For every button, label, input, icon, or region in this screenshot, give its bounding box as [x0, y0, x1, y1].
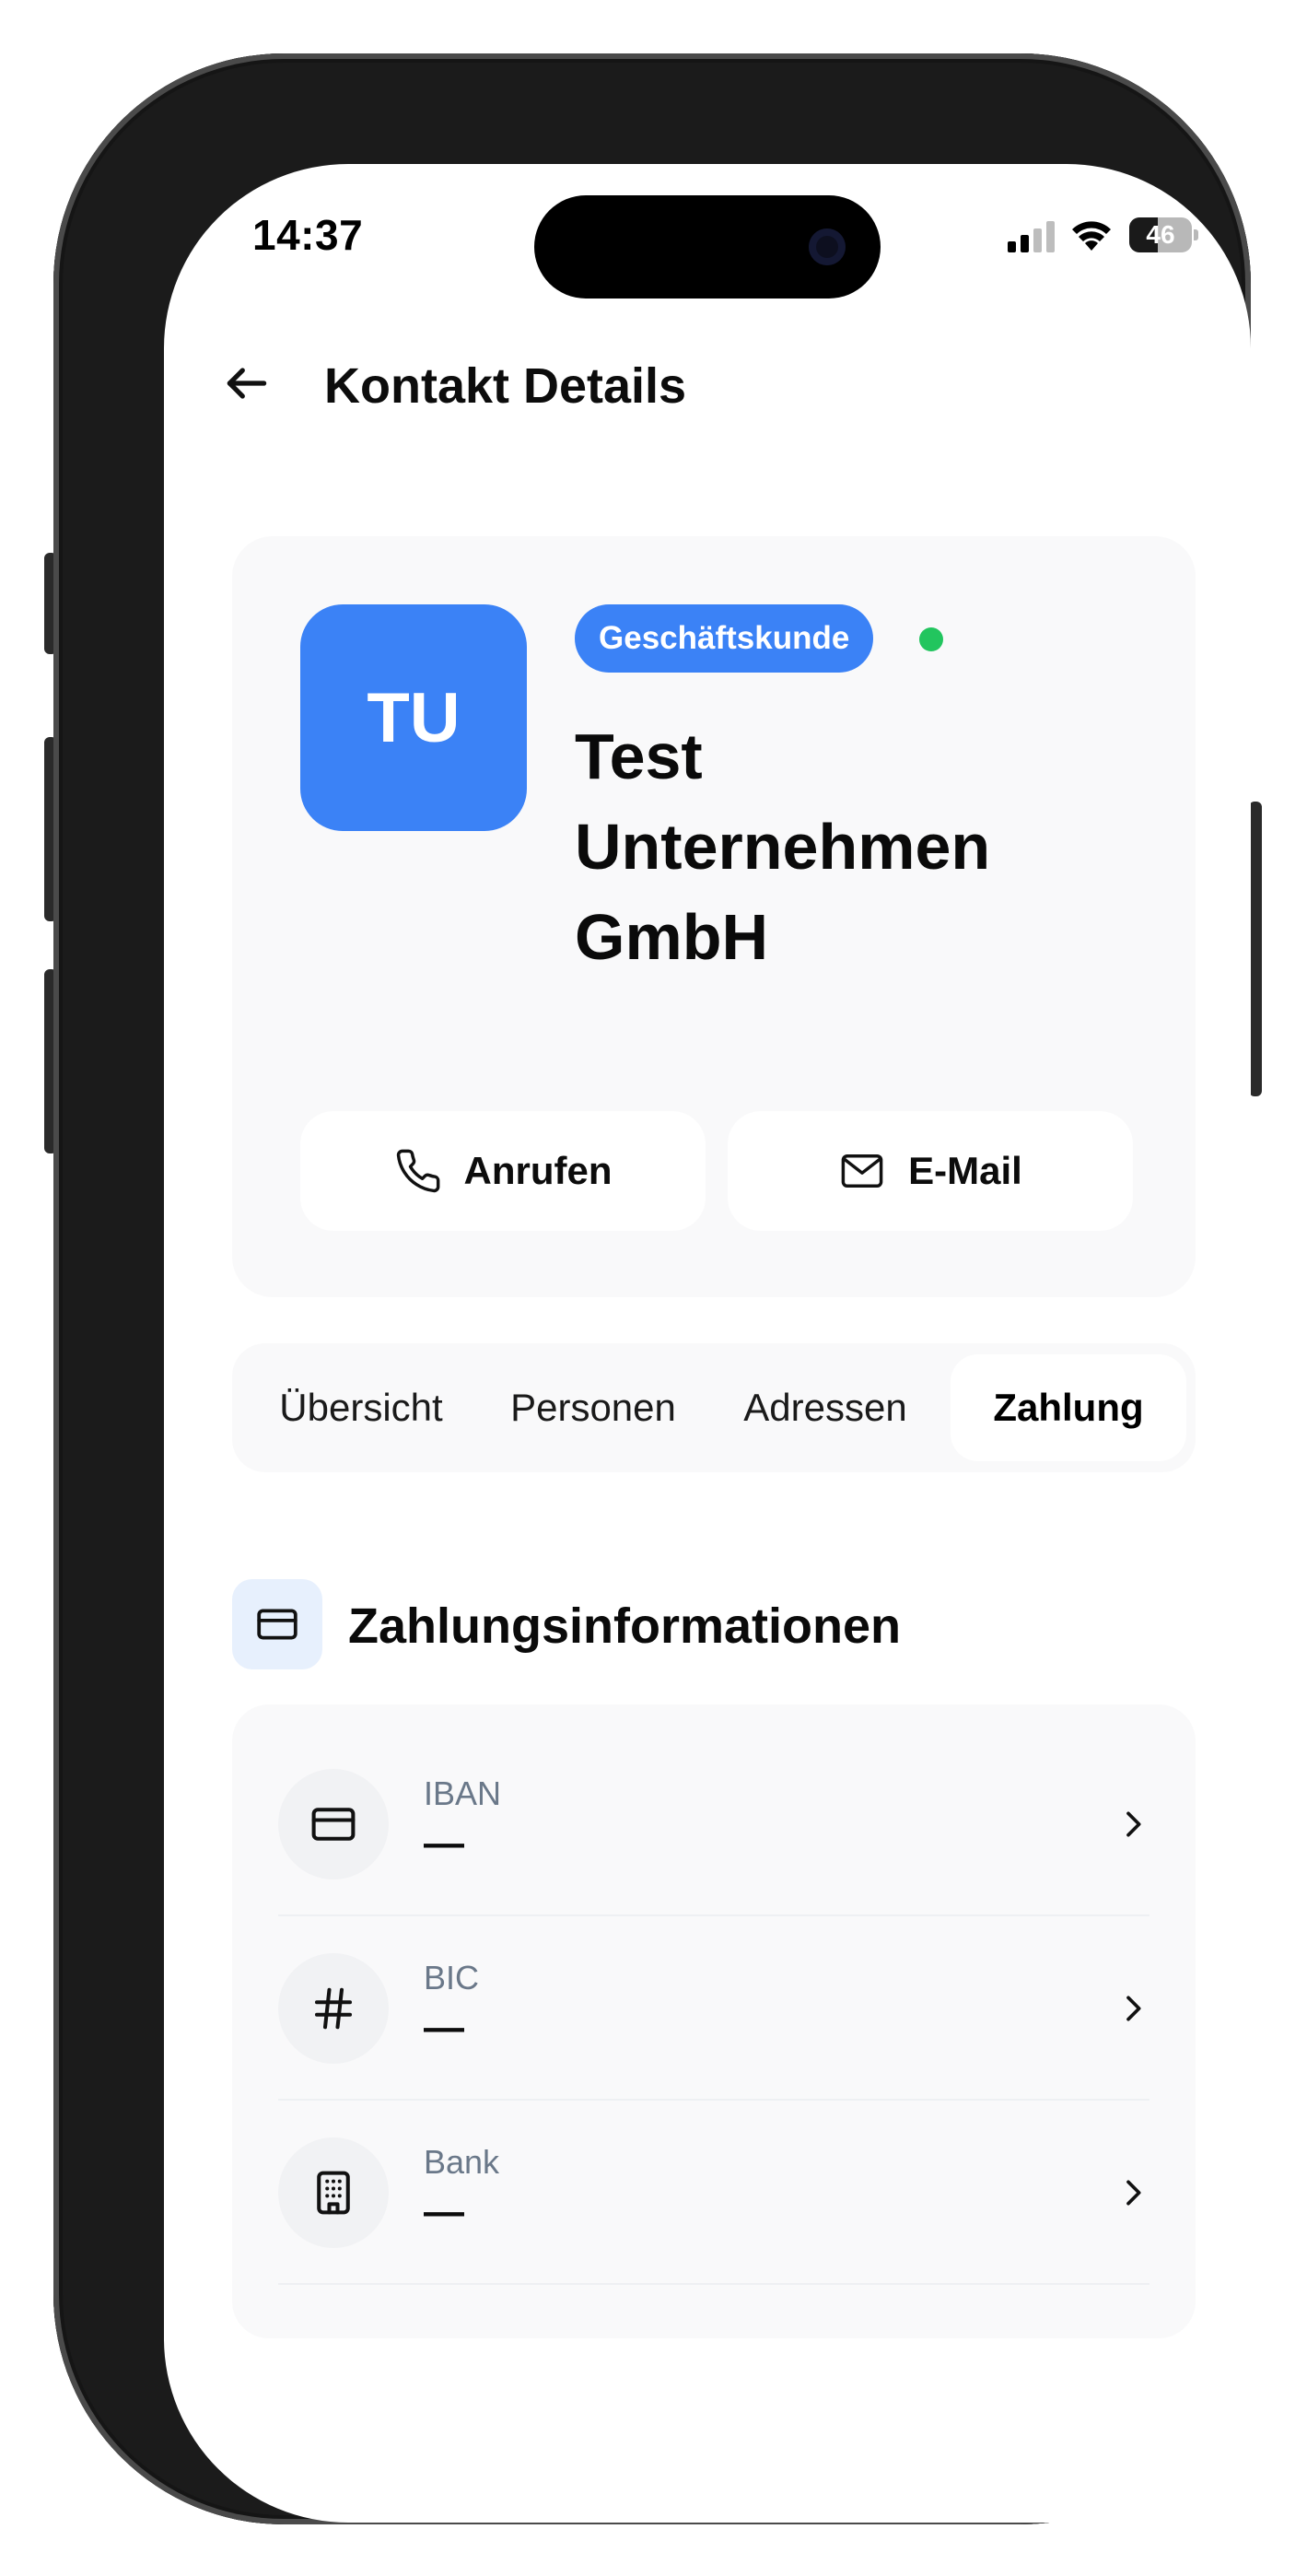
battery-body: 46	[1129, 217, 1192, 252]
email-button[interactable]: E-Mail	[728, 1111, 1133, 1231]
power-button	[1249, 802, 1262, 1096]
customer-type-badge: Geschäftskunde	[575, 604, 874, 673]
tab-bar: Übersicht Personen Adressen Zahlung	[232, 1343, 1196, 1472]
row-value: —	[424, 1821, 464, 1866]
chevron-right-icon	[1105, 2165, 1161, 2220]
hash-icon	[314, 1987, 353, 2030]
phone-body: 14:37 46 Kontakt Details TU Geschäftskun…	[53, 53, 1251, 2524]
chevron-right-icon	[1105, 1981, 1161, 2036]
row-icon	[278, 1953, 389, 2064]
list-item-iban[interactable]: IBAN —	[232, 1732, 1196, 1916]
row-label: IBAN	[424, 1774, 502, 1812]
credit-card-icon	[257, 1609, 298, 1640]
page-title: Kontakt Details	[324, 358, 687, 414]
status-time: 14:37	[252, 211, 364, 259]
battery-level: 46	[1146, 220, 1175, 249]
divider	[278, 2283, 1149, 2285]
dynamic-island	[534, 195, 881, 299]
tab-payment[interactable]: Zahlung	[951, 1354, 1186, 1461]
status-dot	[919, 627, 943, 651]
call-button[interactable]: Anrufen	[300, 1111, 706, 1231]
cellular-signal-icon	[1008, 221, 1055, 252]
tab-overview[interactable]: Übersicht	[260, 1354, 462, 1461]
screen: 14:37 46 Kontakt Details TU Geschäftskun…	[164, 164, 1251, 2523]
list-item-bic[interactable]: BIC —	[232, 1916, 1196, 2101]
back-button[interactable]	[210, 346, 284, 420]
row-value: —	[424, 2189, 464, 2234]
row-value: —	[424, 2005, 464, 2050]
chevron-right-icon	[1105, 1797, 1161, 1852]
row-icon	[278, 2137, 389, 2248]
payment-info-list: IBAN — BIC — Bank —	[232, 1704, 1196, 2338]
row-label: BIC	[424, 1959, 480, 1996]
tab-persons[interactable]: Personen	[492, 1354, 694, 1461]
building-icon	[317, 2171, 350, 2215]
credit-card-icon	[311, 1808, 356, 1841]
call-button-label: Anrufen	[463, 1149, 613, 1192]
tab-addresses[interactable]: Adressen	[724, 1354, 927, 1461]
list-item-bank[interactable]: Bank —	[232, 2101, 1196, 2285]
avatar: TU	[300, 604, 527, 831]
battery-icon: 46	[1129, 217, 1199, 252]
row-icon	[278, 1769, 389, 1879]
wifi-icon	[1072, 221, 1111, 251]
email-button-label: E-Mail	[908, 1149, 1022, 1192]
camera-icon	[809, 228, 846, 265]
contact-name: Test Unternehmen GmbH	[575, 720, 991, 973]
battery-nub	[1194, 229, 1198, 240]
arrow-left-icon	[227, 368, 267, 399]
section-title: Zahlungsinformationen	[348, 1598, 901, 1654]
row-label: Bank	[424, 2143, 500, 2181]
device-frame: 14:37 46 Kontakt Details TU Geschäftskun…	[0, 0, 1307, 2576]
phone-icon	[396, 1149, 439, 1193]
contact-card: TU Geschäftskunde Test Unternehmen GmbH …	[232, 536, 1196, 1297]
mail-icon	[841, 1154, 883, 1188]
section-icon	[232, 1579, 322, 1669]
